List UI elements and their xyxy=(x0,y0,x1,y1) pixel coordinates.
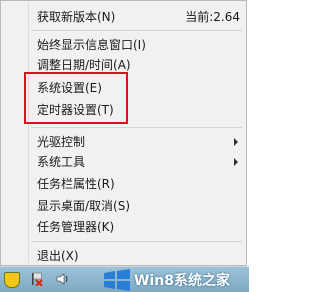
menu-item-label: 始终显示信息窗口(I) xyxy=(37,38,146,52)
submenu-arrow-icon xyxy=(234,158,238,166)
highlight-annotation-box xyxy=(24,72,128,124)
volume-icon[interactable] xyxy=(56,272,70,286)
windows-logo-icon xyxy=(104,269,130,291)
menu-item-label: 退出(X) xyxy=(37,249,79,263)
menu-separator xyxy=(31,127,242,128)
context-menu: 获取新版本(N) 当前:2.64 始终显示信息窗口(I) 调整日期/时间(A) … xyxy=(0,0,247,266)
menu-item-exit[interactable]: 退出(X) xyxy=(37,246,240,266)
watermark-text: Win8系统之家 xyxy=(134,273,230,289)
menu-item-label: 获取新版本(N) xyxy=(37,10,116,24)
flag-icon[interactable] xyxy=(30,272,44,286)
taskbar: Win8系统之家 xyxy=(0,266,249,292)
menu-item-label: 调整日期/时间(A) xyxy=(37,58,131,72)
menu-separator xyxy=(31,241,242,242)
menu-item-task-manager[interactable]: 任务管理器(K) xyxy=(37,217,240,237)
shield-icon[interactable] xyxy=(4,272,20,288)
menu-item-cdrom-control[interactable]: 光驱控制 xyxy=(37,132,240,152)
menu-item-label: 任务栏属性(R) xyxy=(37,177,115,191)
current-version-text: 当前:2.64 xyxy=(185,10,240,24)
submenu-arrow-icon xyxy=(234,138,238,146)
menu-item-always-show-info[interactable]: 始终显示信息窗口(I) xyxy=(37,35,240,55)
menu-separator xyxy=(31,30,242,31)
menu-item-label: 显示桌面/取消(S) xyxy=(37,199,131,213)
menu-item-label: 系统工具 xyxy=(37,155,86,169)
menu-item-system-tools[interactable]: 系统工具 xyxy=(37,152,240,172)
menu-item-label: 任务管理器(K) xyxy=(37,220,115,234)
menu-item-taskbar-properties[interactable]: 任务栏属性(R) xyxy=(37,174,240,194)
menu-item-get-new-version[interactable]: 获取新版本(N) 当前:2.64 xyxy=(37,7,240,27)
menu-item-label: 光驱控制 xyxy=(37,135,86,149)
menu-item-show-desktop[interactable]: 显示桌面/取消(S) xyxy=(37,196,240,216)
menu-gutter-divider xyxy=(28,3,29,263)
